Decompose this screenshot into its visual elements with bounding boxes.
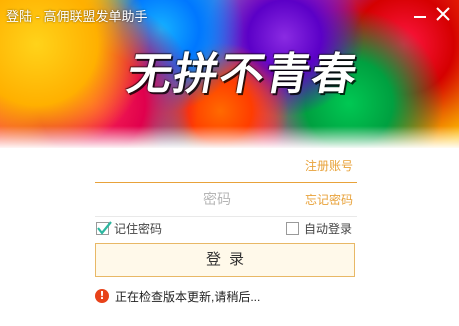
account-row: 注册账号: [95, 148, 357, 183]
banner-fade: [0, 126, 459, 148]
login-window: 无拼不青春 登陆 - 高佣联盟发单助手 注册账号 忘记密码 记住密码 自动登录 …: [0, 0, 459, 326]
register-link[interactable]: 注册账号: [305, 157, 353, 174]
login-form: 注册账号 忘记密码 记住密码 自动登录 登录 ! 正在检查版本更新,请稍后...: [0, 148, 459, 326]
remember-password-option[interactable]: 记住密码: [96, 219, 162, 237]
forgot-password-link[interactable]: 忘记密码: [305, 191, 353, 208]
warning-icon: !: [95, 289, 109, 303]
remember-password-label: 记住密码: [114, 221, 163, 236]
close-button[interactable]: [433, 4, 453, 24]
account-input[interactable]: [95, 152, 294, 178]
window-title: 登陆 - 高佣联盟发单助手: [6, 9, 148, 24]
close-icon: [436, 7, 450, 21]
status-message: ! 正在检查版本更新,请稍后...: [95, 287, 260, 305]
login-button[interactable]: 登录: [95, 243, 355, 277]
banner-slogan: 无拼不青春: [123, 49, 363, 100]
auto-login-checkbox[interactable]: [286, 221, 299, 235]
remember-password-checkbox[interactable]: [96, 220, 112, 235]
status-text: 正在检查版本更新,请稍后...: [115, 289, 261, 304]
title-bar[interactable]: 登陆 - 高佣联盟发单助手: [0, 0, 459, 30]
minimize-button[interactable]: [410, 4, 430, 24]
minimize-icon: [414, 16, 426, 18]
password-row: 忘记密码: [95, 182, 357, 217]
auto-login-label: 自动登录: [304, 221, 353, 236]
checkmark-icon: [97, 220, 112, 235]
auto-login-option[interactable]: 自动登录: [286, 219, 352, 237]
password-input[interactable]: [95, 186, 339, 212]
